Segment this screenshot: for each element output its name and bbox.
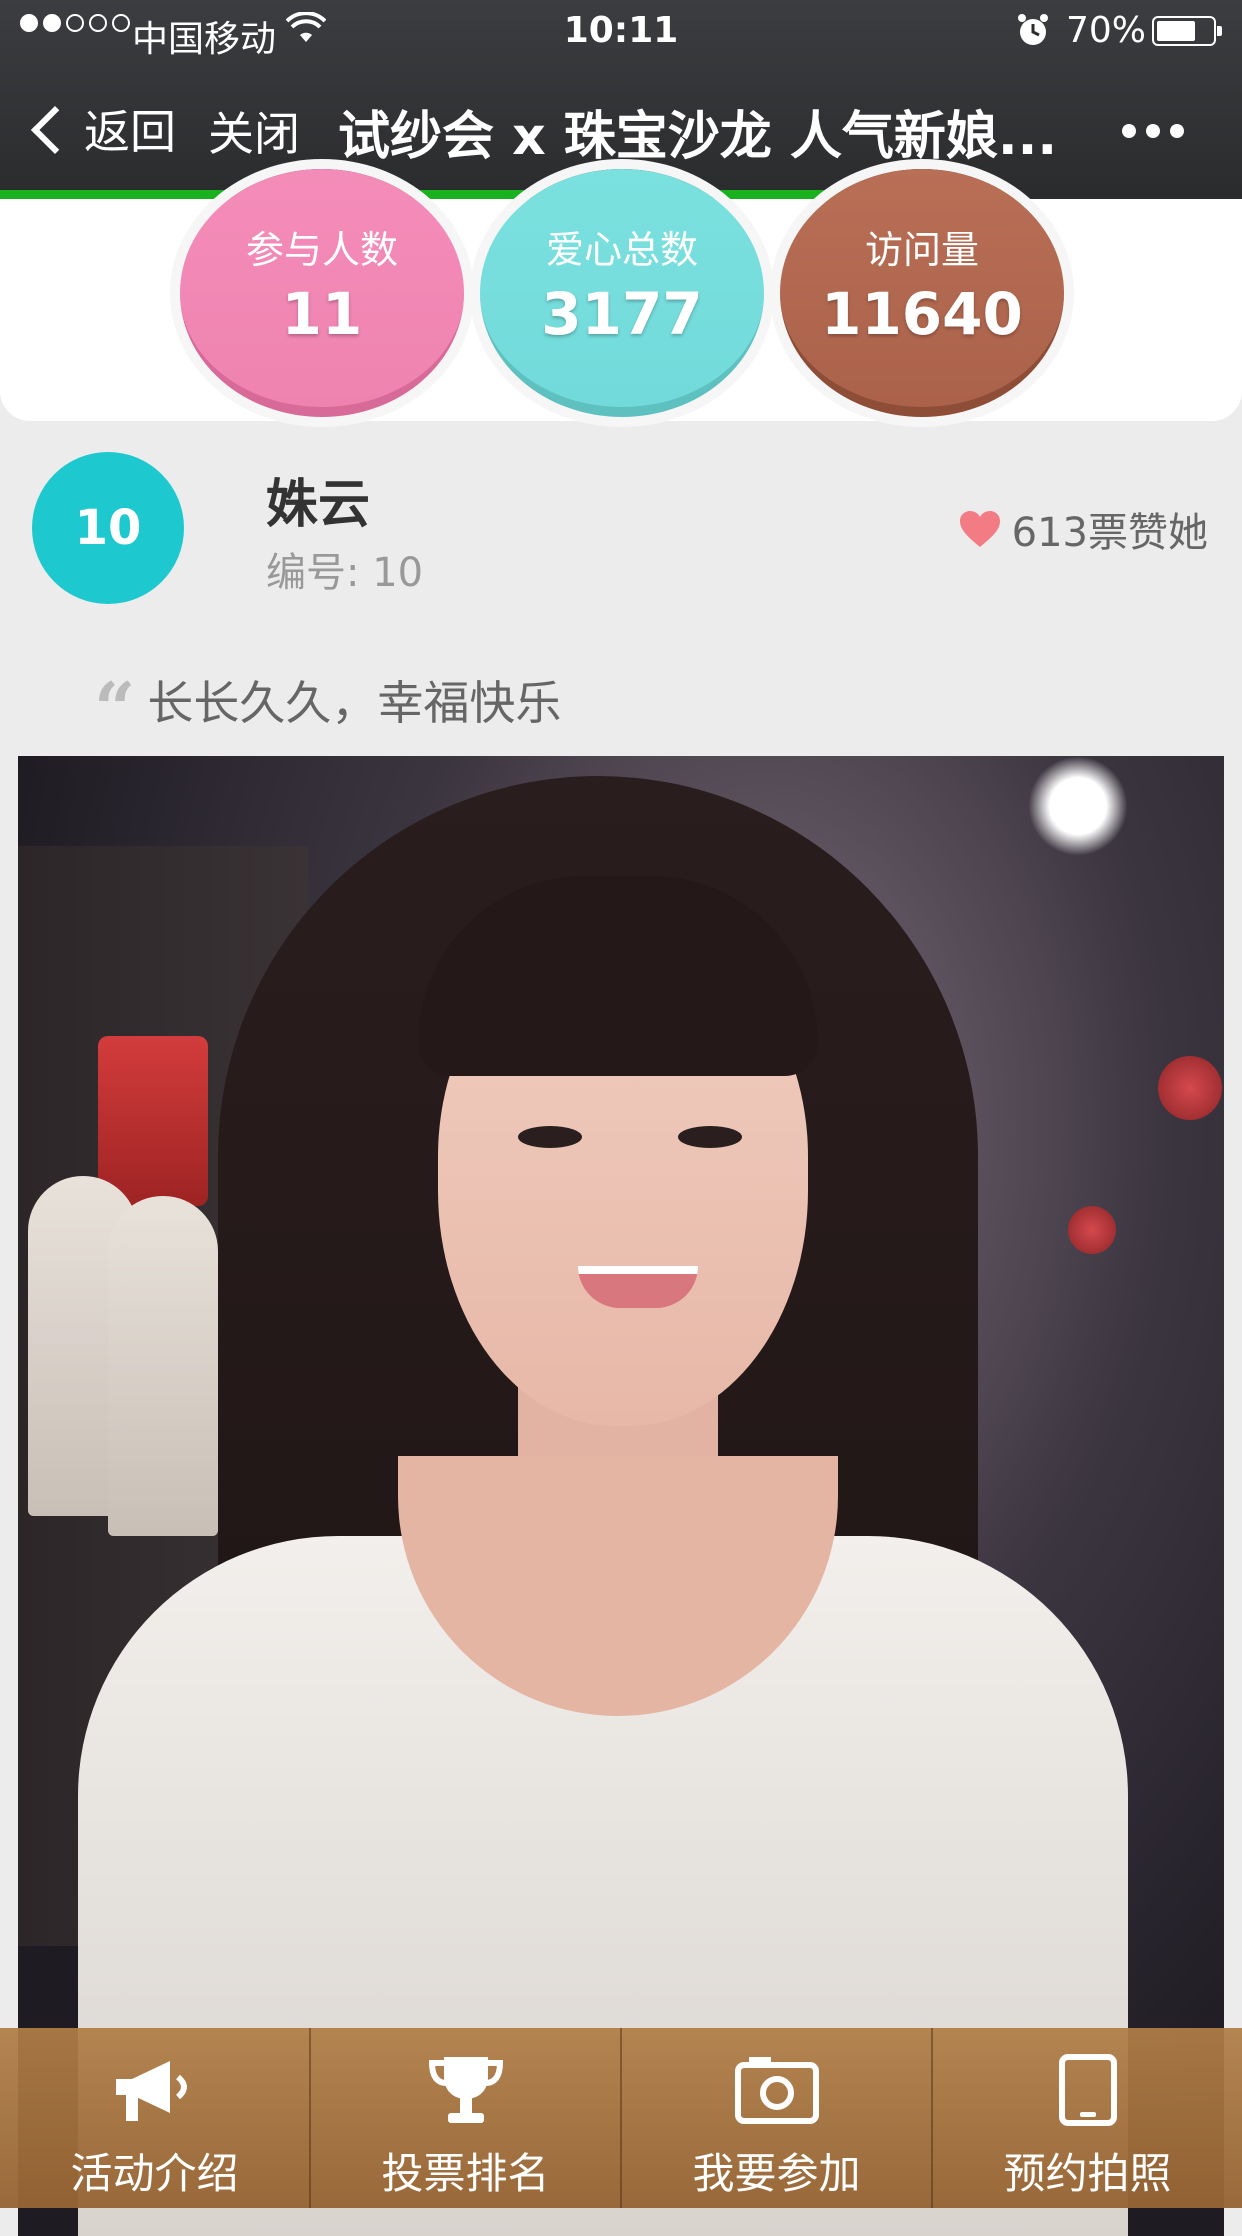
alarm-icon (1016, 12, 1050, 57)
tab-activity-intro[interactable]: 活动介绍 (0, 2028, 309, 2208)
megaphone-icon (0, 2050, 309, 2130)
more-options-icon[interactable] (1122, 124, 1184, 138)
tablet-icon (933, 2050, 1242, 2130)
chevron-left-icon (30, 105, 80, 155)
top-bar: 中国移动 10:11 70% 返回 关闭 试纱会 x 珠宝沙龙 人气新娘... (0, 0, 1242, 190)
quote-mark-icon: “ (94, 666, 136, 751)
page-title: 试纱会 x 珠宝沙龙 人气新娘... (338, 107, 1058, 167)
stat-participants: 参与人数 11 (180, 169, 464, 417)
clock: 10:11 (563, 10, 679, 51)
battery-percentage: 70% (1066, 10, 1147, 51)
stat-value: 11640 (821, 280, 1023, 348)
stat-label: 访问量 (864, 228, 979, 272)
vote-button[interactable]: 613票赞她 (958, 500, 1208, 558)
back-button[interactable]: 返回 (30, 96, 176, 162)
stat-visits: 访问量 11640 (780, 169, 1064, 417)
tab-vote-ranking[interactable]: 投票排名 (309, 2028, 620, 2208)
battery-icon (1152, 16, 1222, 46)
stats-card: 参与人数 11 爱心总数 3177 访问量 11640 (0, 169, 1242, 421)
heart-icon (959, 511, 1000, 547)
camera-icon (622, 2050, 931, 2130)
stat-value: 3177 (541, 280, 703, 348)
back-label: 返回 (84, 105, 176, 159)
tab-label: 活动介绍 (70, 2149, 239, 2198)
rank-badge: 10 (32, 452, 184, 604)
quote-text: 长长久久，幸福快乐 (147, 675, 562, 730)
contestant-name: 姝云 (266, 475, 371, 535)
stat-label: 参与人数 (245, 228, 398, 272)
contestant-quote: “ 长长久久，幸福快乐 (94, 648, 561, 751)
stat-label: 爱心总数 (545, 228, 698, 272)
vote-count-label: 613票赞她 (1011, 510, 1208, 556)
contestant-number: 编号: 10 (266, 550, 424, 596)
tab-label: 我要参加 (692, 2149, 861, 2198)
tab-book-photo[interactable]: 预约拍照 (931, 2028, 1242, 2208)
contestant-photo[interactable] (18, 756, 1224, 2236)
status-bar: 中国移动 10:11 70% (0, 0, 1242, 64)
tab-label: 预约拍照 (1003, 2149, 1172, 2198)
bottom-tab-bar: 活动介绍 投票排名 我要参加 预约拍照 (0, 2028, 1242, 2208)
close-button[interactable]: 关闭 (208, 98, 300, 164)
stat-total-hearts: 爱心总数 3177 (480, 169, 764, 417)
stat-value: 11 (281, 280, 363, 348)
trophy-icon (311, 2050, 620, 2130)
tab-label: 投票排名 (381, 2149, 550, 2198)
tab-join[interactable]: 我要参加 (620, 2028, 931, 2208)
